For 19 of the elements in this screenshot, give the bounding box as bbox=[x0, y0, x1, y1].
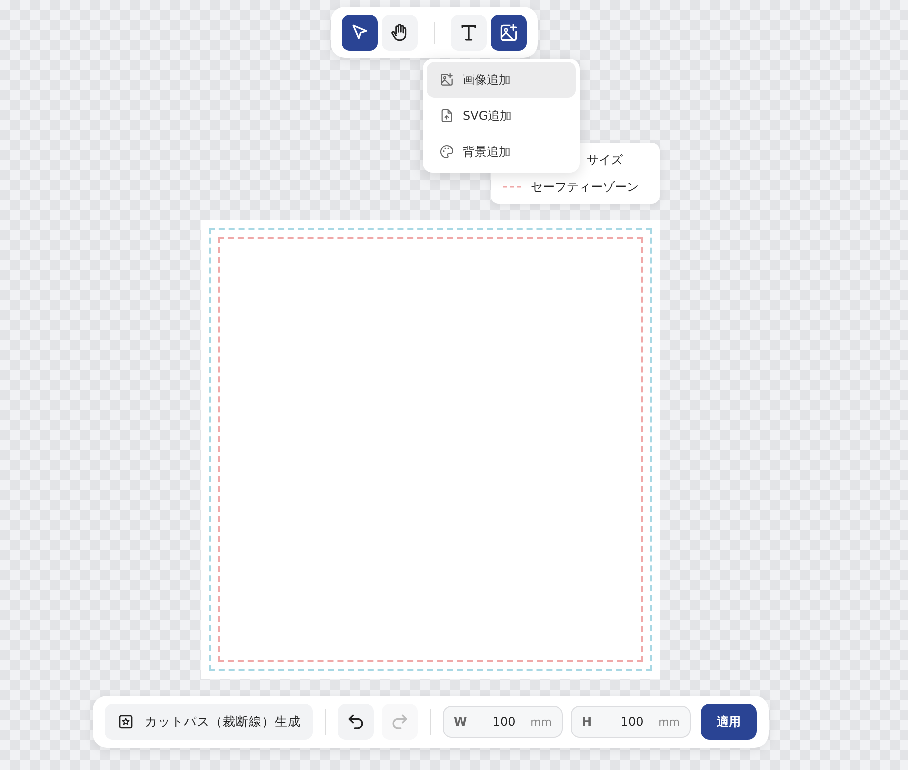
apply-button[interactable]: 適用 bbox=[701, 704, 757, 740]
image-plus-icon bbox=[498, 22, 520, 44]
legend-label: セーフティーゾーン bbox=[531, 178, 639, 196]
menu-item[interactable]: 背景追加 bbox=[427, 134, 576, 170]
dimension-field[interactable]: H 100 mm bbox=[571, 706, 691, 738]
menu-item[interactable]: 画像追加 bbox=[427, 62, 576, 98]
hand-tool-button[interactable] bbox=[382, 14, 418, 50]
pointer-tool-button[interactable] bbox=[342, 14, 378, 50]
image-tool-button[interactable] bbox=[491, 14, 527, 50]
cut-path-button[interactable]: カットパス（裁断線）生成 bbox=[105, 704, 313, 740]
text-tool-button[interactable] bbox=[451, 14, 487, 50]
image-plus-icon bbox=[439, 72, 455, 88]
menu-item[interactable]: SVG追加 bbox=[427, 98, 576, 134]
palette-icon bbox=[439, 144, 455, 160]
undo-button[interactable] bbox=[338, 704, 374, 740]
star-square-icon bbox=[117, 713, 135, 731]
dimension-field[interactable]: W 100 mm bbox=[443, 706, 563, 738]
file-upload-icon bbox=[439, 108, 455, 124]
legend-label: サイズ bbox=[587, 152, 623, 168]
